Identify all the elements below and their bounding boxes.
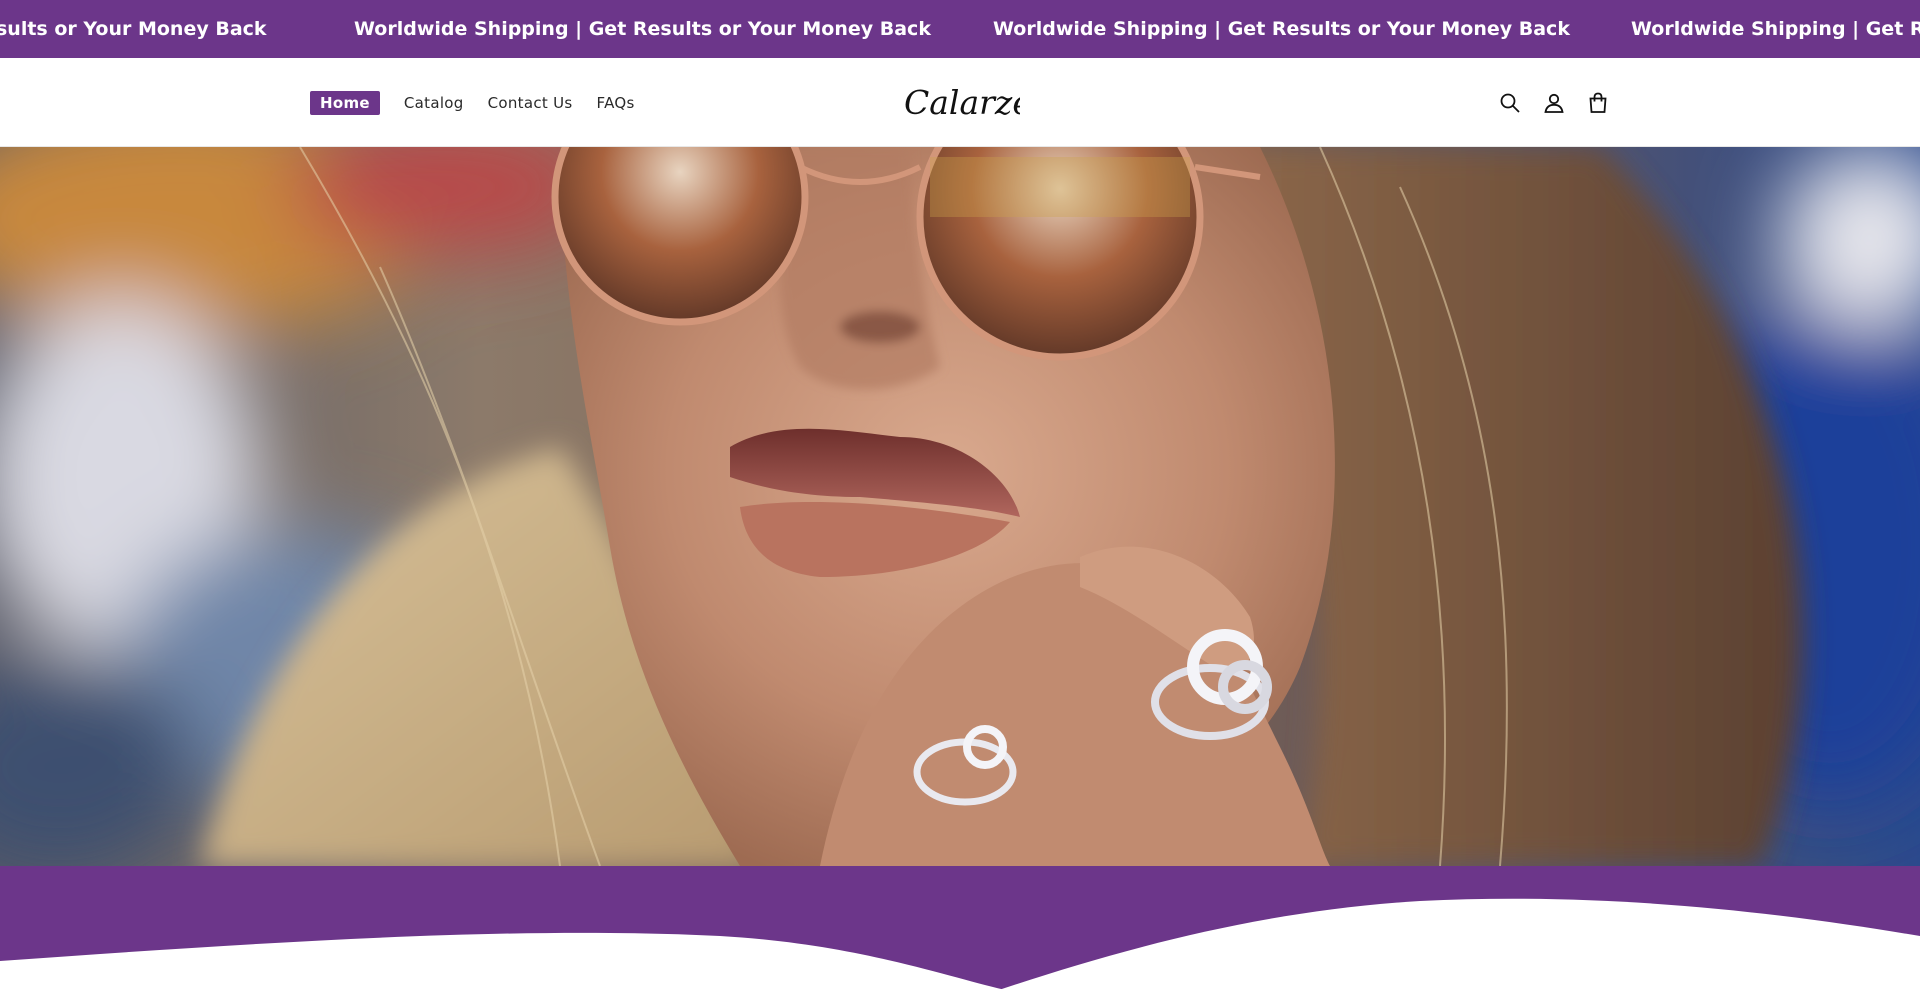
account-icon[interactable] [1540,89,1568,117]
wave-divider [0,866,1920,993]
header-icons [1496,88,1628,118]
announcement-text-partial: sults or Your Money Back [0,18,267,40]
hero-photo [0,147,1920,866]
nav-item-contact-us[interactable]: Contact Us [488,94,573,112]
site-header: Home Catalog Contact Us FAQs Calarze [0,58,1920,147]
brand-logo[interactable]: Calarze [900,78,1020,126]
wave-shape [0,866,1920,993]
cart-icon[interactable] [1584,89,1612,117]
nav-item-catalog[interactable]: Catalog [404,94,464,112]
nav-item-faqs[interactable]: FAQs [597,94,635,112]
announcement-text: Worldwide Shipping | Get Results or Your… [354,18,931,40]
announcement-text-partial: Worldwide Shipping | Get Res [1631,18,1920,40]
search-icon[interactable] [1496,89,1524,117]
hero-image [0,147,1920,866]
brand-logo-text: Calarze [904,83,1020,122]
announcement-text: Worldwide Shipping | Get Results or Your… [993,18,1570,40]
nav-item-home[interactable]: Home [310,90,380,115]
main-nav: Home Catalog Contact Us FAQs [310,58,659,147]
announcement-bar: sults or Your Money Back Worldwide Shipp… [0,0,1920,58]
